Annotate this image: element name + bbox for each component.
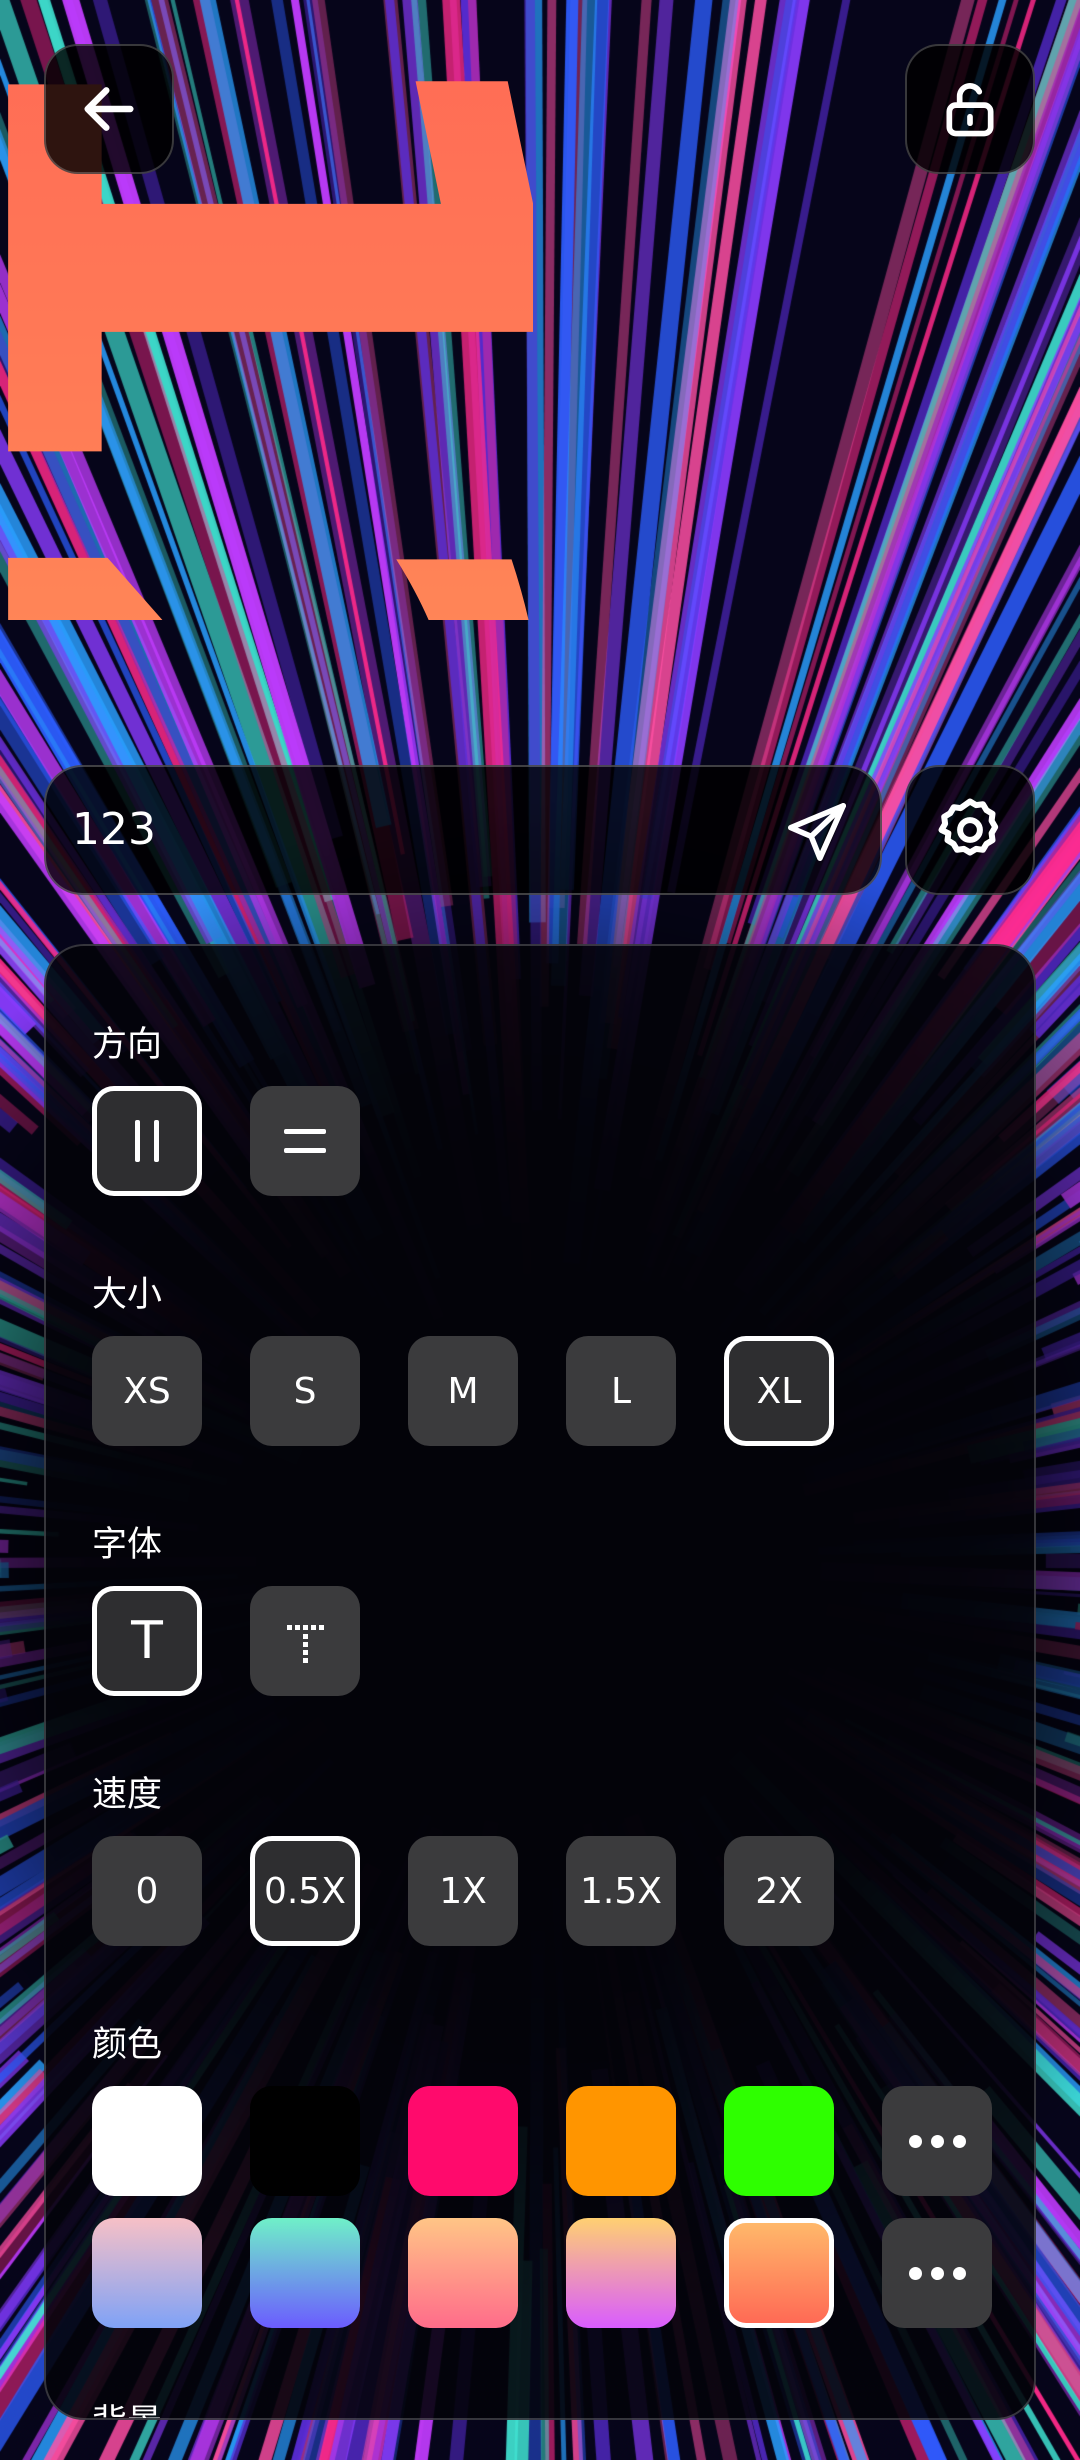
- speed-label: 速度: [92, 1775, 163, 1815]
- speed-0-option[interactable]: 0: [92, 1836, 202, 1946]
- text-input[interactable]: 123: [72, 767, 156, 893]
- speed-1.5x-option[interactable]: 1.5X: [566, 1836, 676, 1946]
- more-dot: [930, 2134, 944, 2148]
- more-dot: [952, 2134, 966, 2148]
- font-dotted-option[interactable]: [250, 1586, 360, 1696]
- font-label: 字体: [92, 1525, 163, 1565]
- direction-vertical-option[interactable]: [92, 1086, 202, 1196]
- size-l-option[interactable]: L: [566, 1336, 676, 1446]
- gradient-color-swatch[interactable]: [408, 2218, 518, 2328]
- back-button[interactable]: [44, 44, 174, 174]
- unlock-icon: [946, 83, 994, 137]
- font-regular-option[interactable]: T: [92, 1586, 202, 1696]
- size-xs-option[interactable]: XS: [92, 1336, 202, 1446]
- speed-1x-option[interactable]: 1X: [408, 1836, 518, 1946]
- speed-2x-option[interactable]: 2X: [724, 1836, 834, 1946]
- gradient-color-swatch[interactable]: [250, 2218, 360, 2328]
- solid-color-swatch[interactable]: [724, 2086, 834, 2196]
- more-gradient-colors-button[interactable]: [882, 2218, 992, 2328]
- gear-icon: [938, 798, 999, 856]
- more-dot: [952, 2266, 966, 2280]
- color-label: 颜色: [92, 2025, 163, 2065]
- direction-horizontal-option[interactable]: [250, 1086, 360, 1196]
- speed-0.5x-option[interactable]: 0.5X: [250, 1836, 360, 1946]
- settings-panel: 方向 大小 XS S M L XL 字体 T 速度 0 0.5X 1X 1.5X…: [44, 944, 1036, 2420]
- more-dots-icon: [908, 2266, 922, 2280]
- solid-color-swatch[interactable]: [566, 2086, 676, 2196]
- vertical-bars-icon: [135, 1120, 159, 1162]
- more-solid-colors-button[interactable]: [882, 2086, 992, 2196]
- paper-plane-icon[interactable]: [782, 797, 852, 867]
- gradient-color-swatch[interactable]: [724, 2218, 834, 2328]
- gradient-color-swatch[interactable]: [92, 2218, 202, 2328]
- more-dots-icon: [908, 2134, 922, 2148]
- size-s-option[interactable]: S: [250, 1336, 360, 1446]
- background-label: 背景: [92, 2394, 162, 2418]
- size-xl-option[interactable]: XL: [724, 1336, 834, 1446]
- lock-button[interactable]: [905, 44, 1035, 174]
- more-dot: [930, 2266, 944, 2280]
- arrow-left-icon: [84, 87, 134, 131]
- horizontal-bars-icon: [284, 1129, 326, 1153]
- size-label: 大小: [92, 1275, 163, 1315]
- solid-color-swatch[interactable]: [408, 2086, 518, 2196]
- settings-button[interactable]: [905, 765, 1035, 895]
- solid-color-swatch[interactable]: [92, 2086, 202, 2196]
- size-m-option[interactable]: M: [408, 1336, 518, 1446]
- direction-label: 方向: [92, 1025, 163, 1065]
- dotted-t-icon: [287, 1625, 324, 1663]
- gradient-color-swatch[interactable]: [566, 2218, 676, 2328]
- text-input-bar[interactable]: 123: [44, 765, 882, 895]
- solid-color-swatch[interactable]: [250, 2086, 360, 2196]
